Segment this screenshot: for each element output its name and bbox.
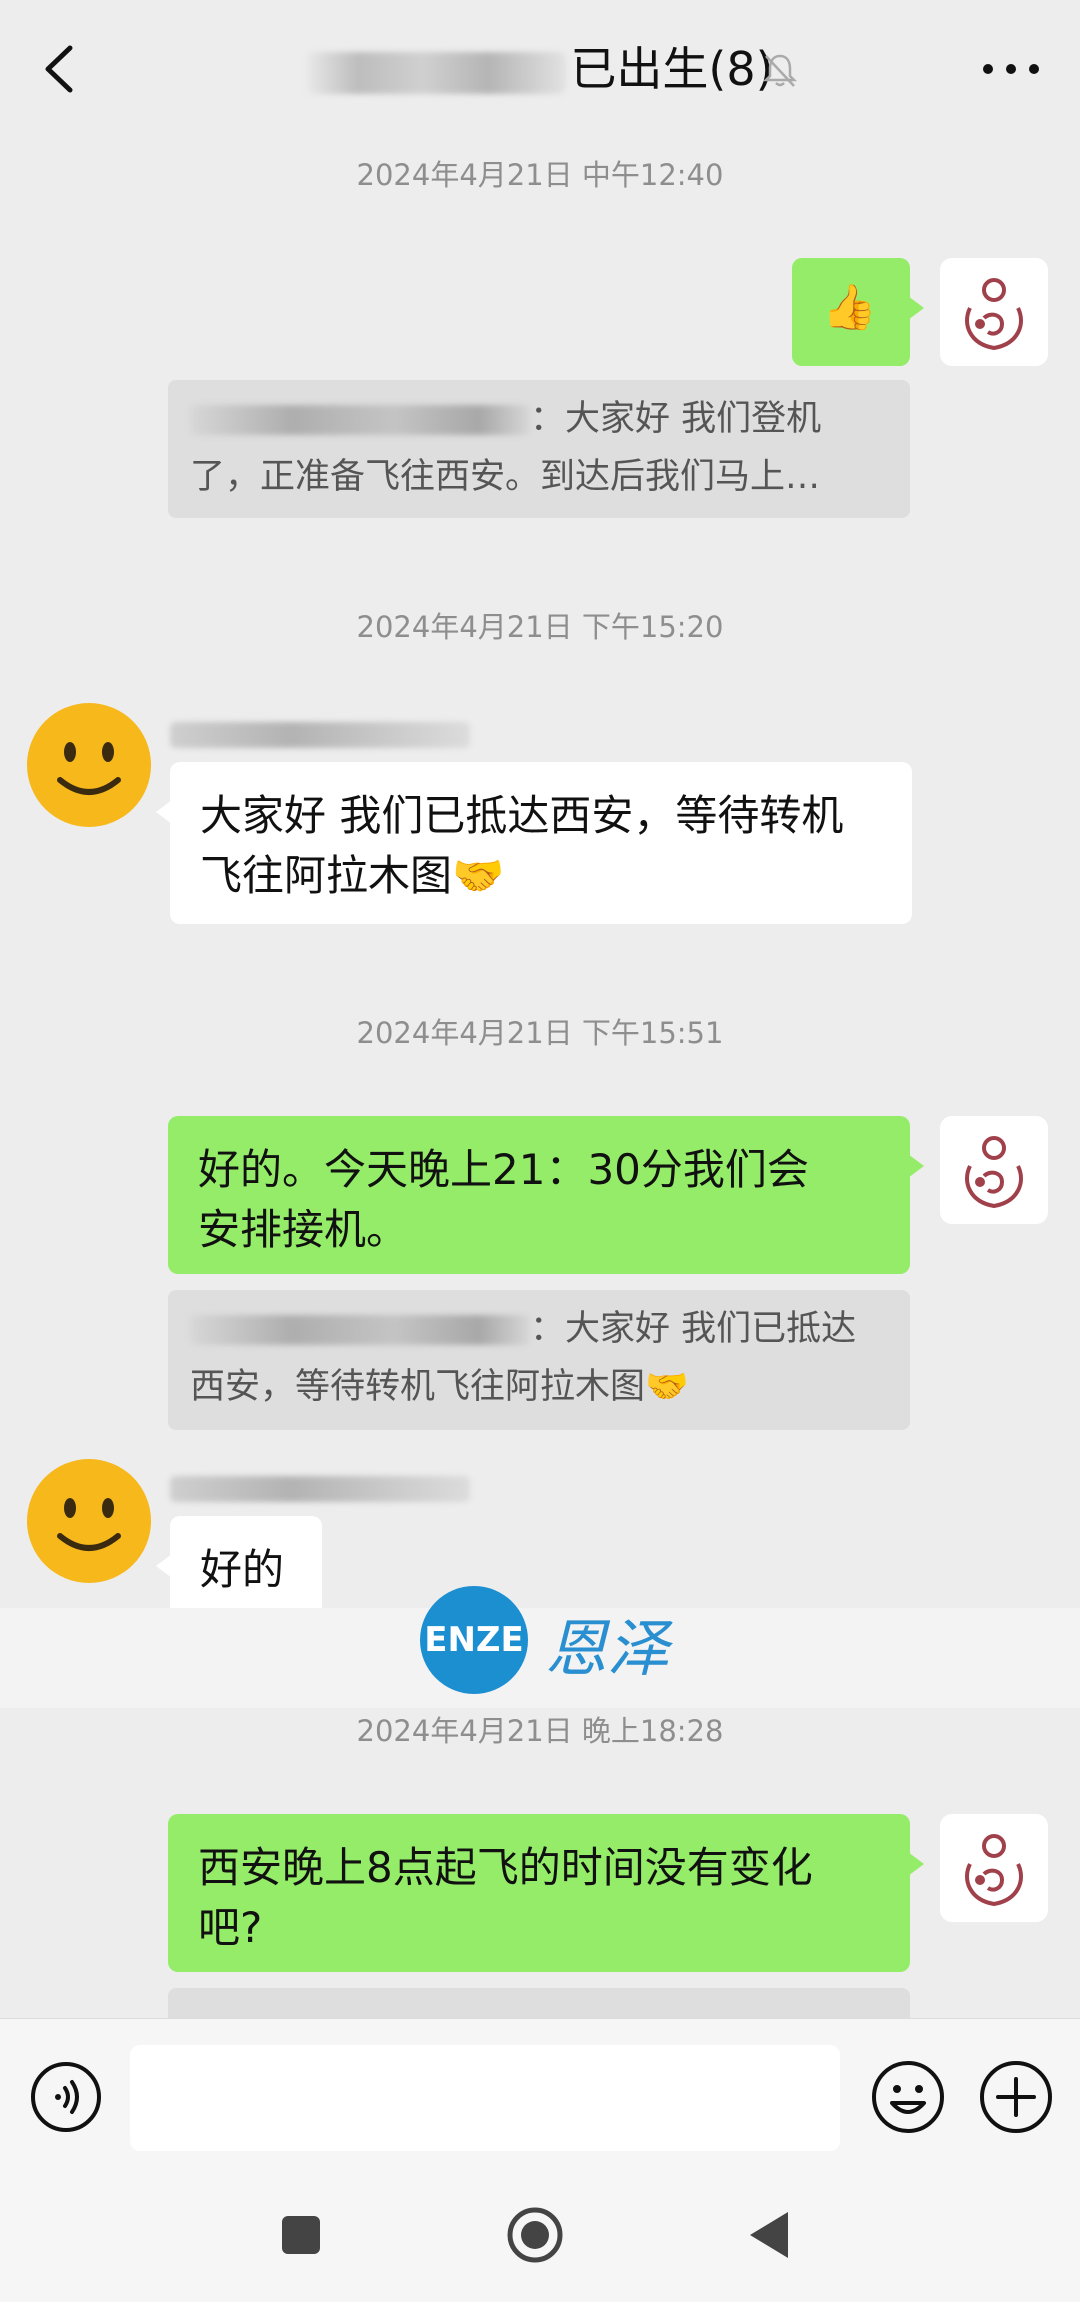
brand-avatar[interactable]	[940, 1116, 1048, 1224]
watermark-text: 恩泽	[545, 1612, 670, 1685]
more-dots-icon[interactable]	[976, 54, 1046, 84]
message-bubble-incoming[interactable]: 大家好 我们已抵达西安，等待转机 飞往阿拉木图🤝	[156, 762, 912, 924]
brand-avatar[interactable]	[940, 258, 1048, 366]
timestamp: 2024年4月21日 下午15:20	[356, 610, 724, 644]
mute-bell-icon	[762, 54, 798, 87]
timestamp: 2024年4月21日 下午15:51	[356, 1016, 724, 1050]
input-bar	[0, 2018, 1080, 2168]
smiley-avatar[interactable]	[24, 700, 154, 830]
message-bubble-outgoing[interactable]: 西安晚上8点起飞的时间没有变化 吧?	[168, 1814, 924, 1972]
emoji-icon[interactable]	[870, 2059, 946, 2135]
quoted-message[interactable]: ：大家好 我们已抵达 西安，等待转机飞往阿拉木图🤝	[168, 1290, 910, 1430]
message-bubble-outgoing[interactable]: 👍	[792, 258, 924, 366]
plus-icon[interactable]	[978, 2059, 1054, 2135]
watermark-band	[0, 1608, 1080, 1708]
chat-header: 已出生(8)	[0, 0, 1080, 138]
quoted-sender-redacted	[190, 1315, 530, 1345]
thumbs-up-emoji: 👍	[822, 282, 877, 333]
title-redacted	[306, 51, 567, 94]
timestamp: 2024年4月21日 中午12:40	[356, 158, 724, 192]
sender-name-redacted	[170, 1476, 470, 1502]
system-nav-bar	[0, 2168, 1080, 2302]
message-input[interactable]	[130, 2045, 840, 2151]
quoted-message[interactable]: ：大家好 我们登机 了，正准备飞往西安。到达后我们马上…	[168, 380, 910, 518]
voice-icon[interactable]	[30, 2061, 102, 2133]
back-icon[interactable]	[748, 2210, 790, 2260]
message-bubble-outgoing[interactable]: 好的。今天晚上21：30分我们会 安排接机。	[168, 1116, 924, 1274]
smiley-avatar[interactable]	[24, 1456, 154, 1586]
title-suffix: 已出生(8)	[570, 42, 774, 96]
recent-apps-icon[interactable]	[280, 2214, 322, 2256]
timestamp: 2024年4月21日 晚上18:28	[356, 1714, 724, 1748]
watermark-logo: ENZE	[420, 1586, 528, 1694]
home-icon[interactable]	[506, 2206, 564, 2264]
brand-avatar[interactable]	[940, 1814, 1048, 1922]
chat-title: 已出生(8)	[0, 38, 1080, 100]
quoted-sender-redacted	[190, 405, 530, 435]
sender-name-redacted	[170, 722, 470, 748]
